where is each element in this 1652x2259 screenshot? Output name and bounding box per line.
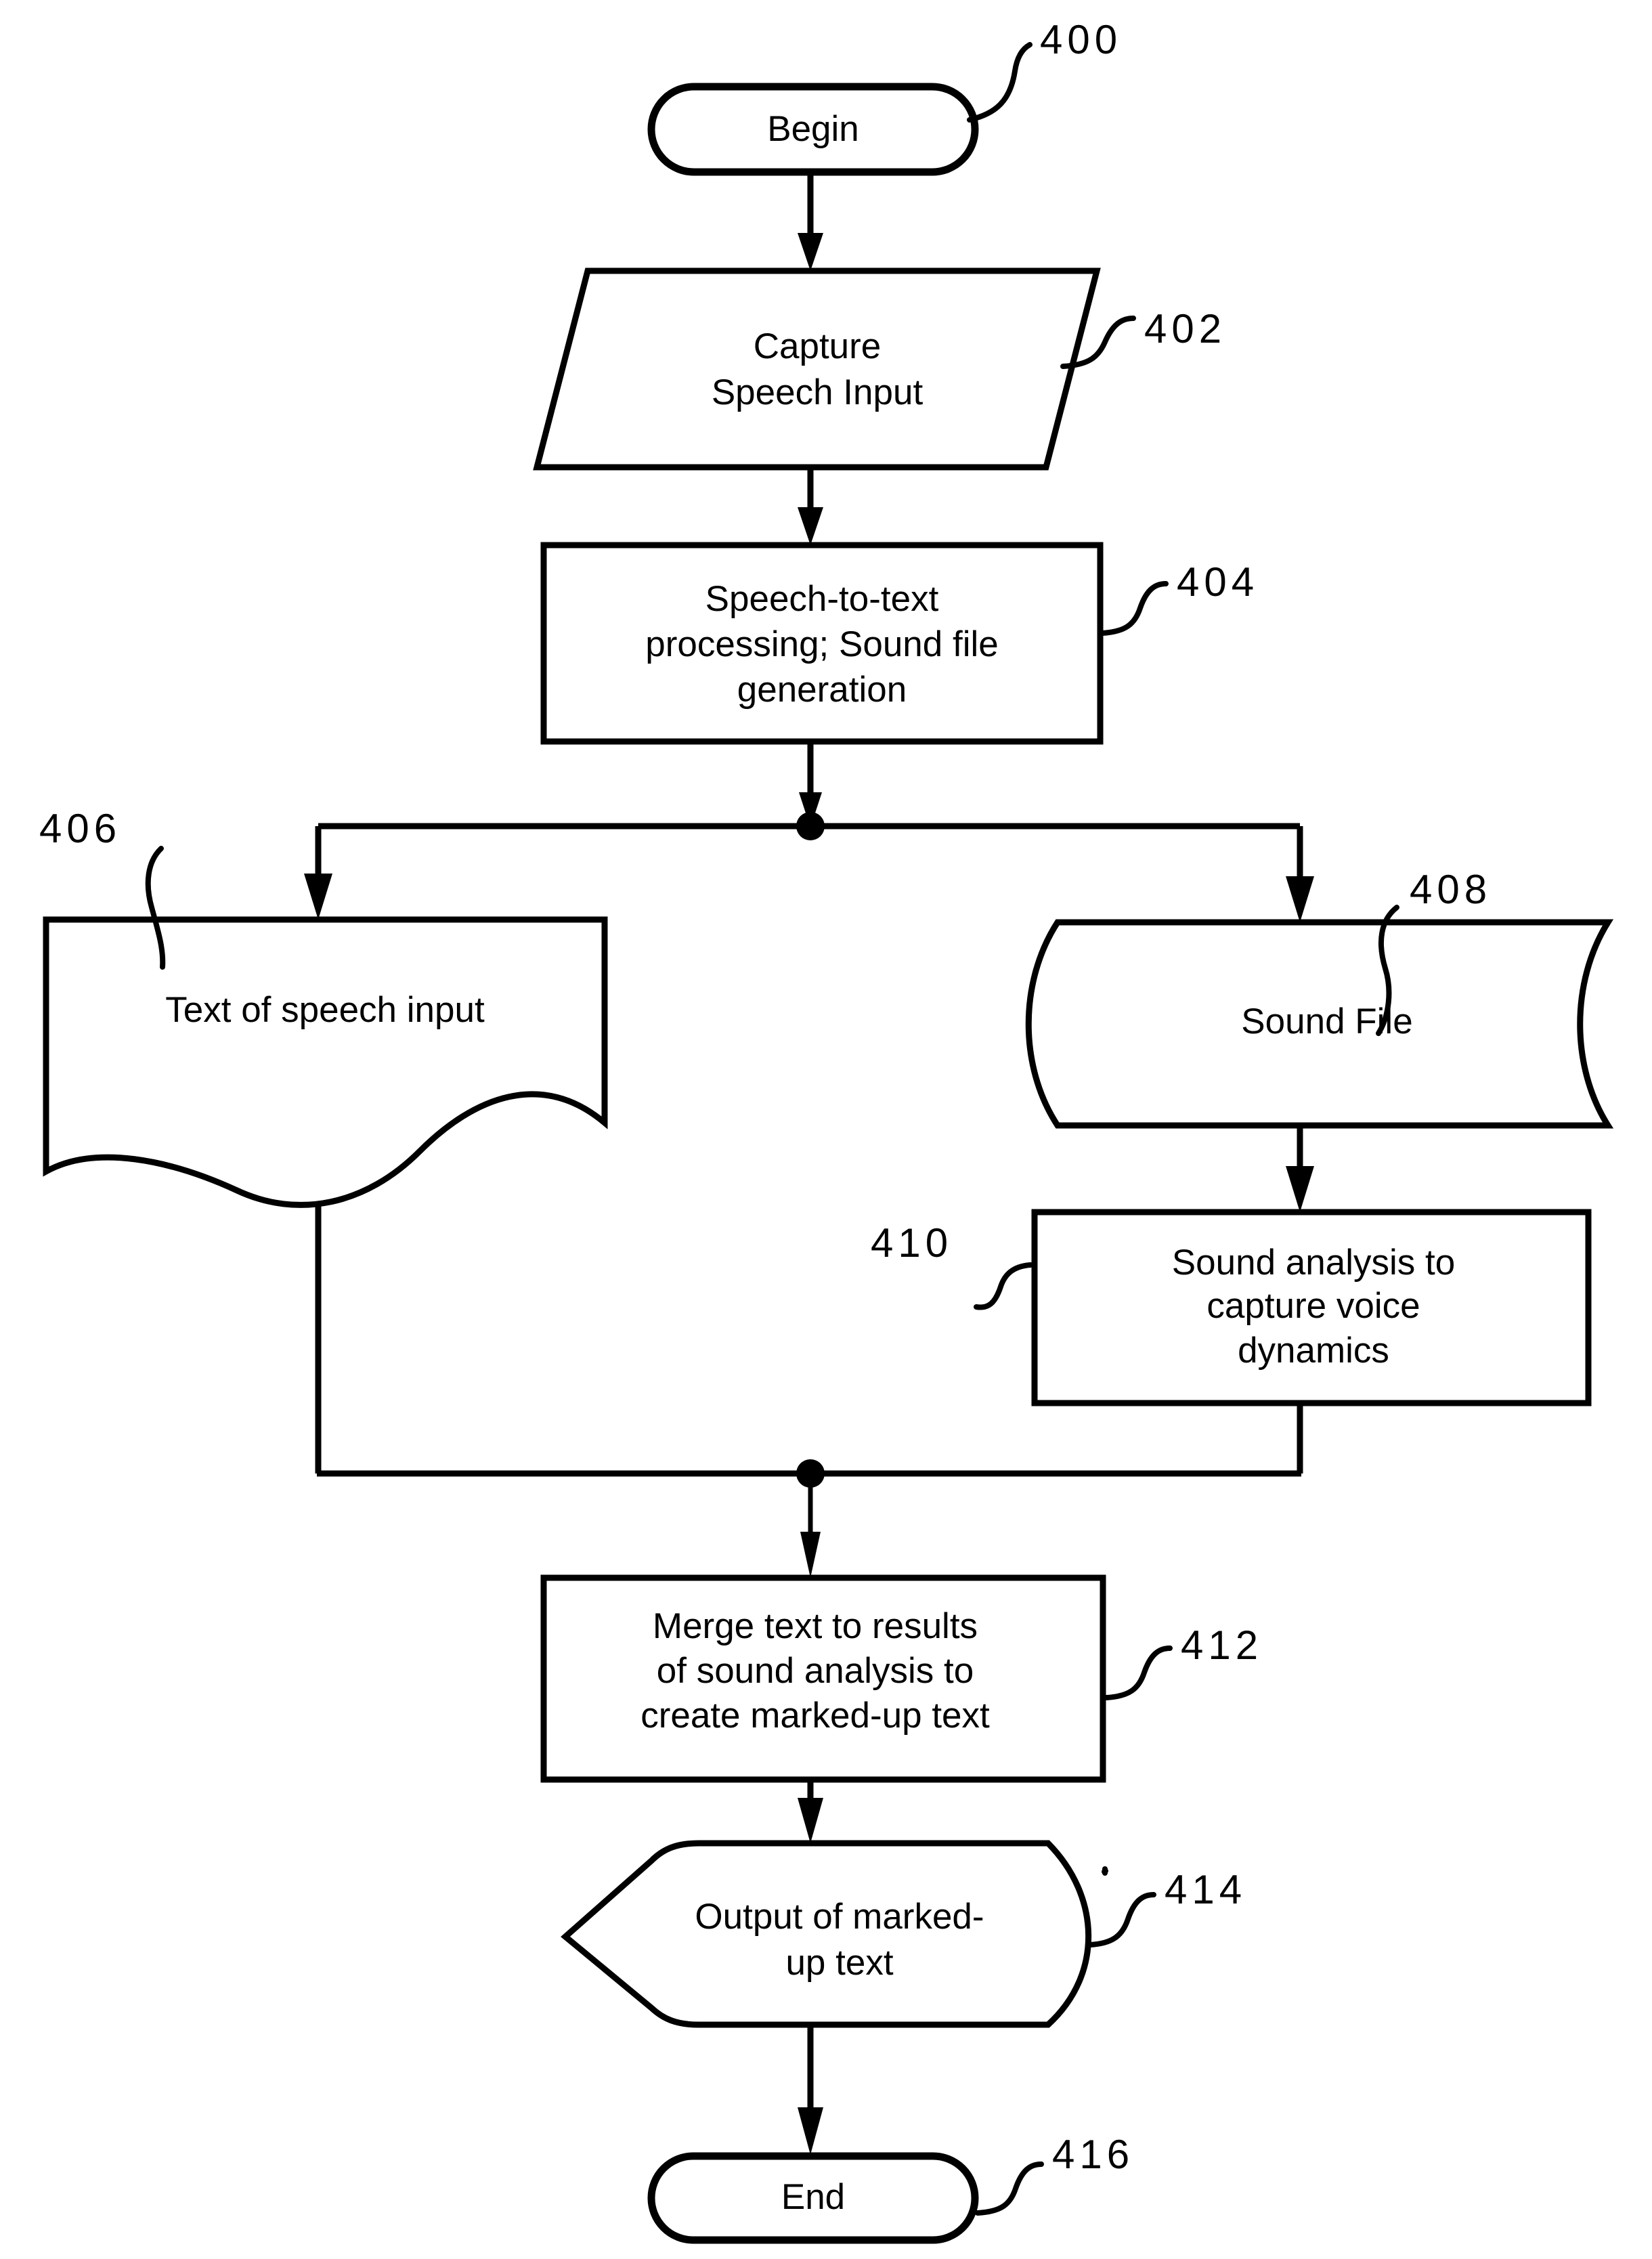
arrowhead-soundfile-to-analysis (1286, 1166, 1314, 1212)
begin-label: Begin (767, 109, 859, 149)
reference-number-416: 416 (1052, 2132, 1134, 2177)
reference-number-404: 404 (1177, 559, 1259, 605)
leader-line-410 (974, 1262, 1033, 1310)
speech-to-text-label-line2: processing; Sound file (645, 624, 999, 664)
flowchart-canvas: Begin 400 Capture Speech Input 402 Speec… (39, 17, 1614, 2244)
leader-line-414 (1087, 1892, 1156, 1948)
reference-416: 416 (975, 2132, 1134, 2216)
text-of-speech-input-document-shape (43, 916, 608, 1208)
output-label-line1: Output of marked- (695, 1897, 984, 1937)
node-sound-analysis[interactable]: Sound analysis to capture voice dynamics (1031, 1209, 1592, 1406)
leader-line-400 (967, 42, 1032, 123)
merge-text-label-line1: Merge text to results (653, 1606, 978, 1646)
speech-to-text-label-line1: Speech-to-text (705, 579, 939, 619)
node-output-marked-up-text[interactable]: Output of marked- up text (561, 1840, 1092, 2028)
node-end[interactable]: End (647, 2152, 979, 2244)
node-capture-speech-input[interactable]: Capture Speech Input (533, 267, 1101, 471)
split-junction-dot (796, 812, 825, 840)
arrowhead-split-to-textdoc (304, 874, 332, 920)
capture-speech-input-label-line1: Capture (754, 326, 882, 366)
reference-414: 414 (1087, 1867, 1246, 1948)
sound-analysis-label-line1: Sound analysis to (1172, 1243, 1455, 1283)
leader-line-404 (1100, 581, 1169, 636)
arrowhead-begin-to-capture (798, 233, 823, 271)
reference-number-400: 400 (1040, 17, 1122, 62)
sound-analysis-label-line3: dynamics (1238, 1331, 1389, 1371)
reference-number-414: 414 (1165, 1867, 1246, 1912)
node-begin[interactable]: Begin (647, 83, 979, 176)
speech-to-text-label-line3: generation (737, 670, 907, 710)
capture-speech-input-label-line2: Speech Input (712, 372, 923, 412)
node-merge-text[interactable]: Merge text to results of sound analysis … (540, 1574, 1106, 1783)
leader-line-412 (1104, 1645, 1173, 1700)
reference-number-410: 410 (871, 1220, 953, 1266)
arrowhead-capture-to-stt (798, 507, 823, 545)
reference-404: 404 (1100, 559, 1259, 636)
node-speech-to-text[interactable]: Speech-to-text processing; Sound file ge… (540, 542, 1104, 745)
node-sound-file[interactable]: Sound File (1025, 919, 1614, 1129)
arrowhead-output-to-end (798, 2107, 823, 2155)
patent-flowchart-figure: Begin 400 Capture Speech Input 402 Speec… (0, 0, 1652, 2259)
reference-number-408: 408 (1410, 867, 1492, 912)
reference-number-406: 406 (39, 806, 121, 851)
arrowhead-mergejunction-to-merge (800, 1532, 821, 1578)
reference-number-412: 412 (1181, 1622, 1263, 1668)
node-text-of-speech-input[interactable]: Text of speech input (43, 916, 608, 1208)
output-label-line2: up text (785, 1943, 893, 1983)
leader-line-416 (975, 2161, 1044, 2216)
reference-number-402: 402 (1144, 306, 1226, 351)
arrowhead-split-to-soundfile (1286, 876, 1314, 922)
reference-400: 400 (967, 17, 1122, 123)
merge-text-label-line3: create marked-up text (640, 1696, 990, 1736)
sound-analysis-label-line2: capture voice (1207, 1286, 1420, 1326)
text-of-speech-input-label: Text of speech input (165, 990, 485, 1030)
reference-412: 412 (1102, 1622, 1263, 1876)
merge-text-label-line2: of sound analysis to (657, 1651, 974, 1691)
end-label: End (781, 2177, 845, 2217)
arrowhead-merge-to-output (798, 1798, 823, 1843)
reference-410: 410 (871, 1220, 1033, 1310)
capture-speech-input-parallelogram-shape (533, 267, 1101, 471)
